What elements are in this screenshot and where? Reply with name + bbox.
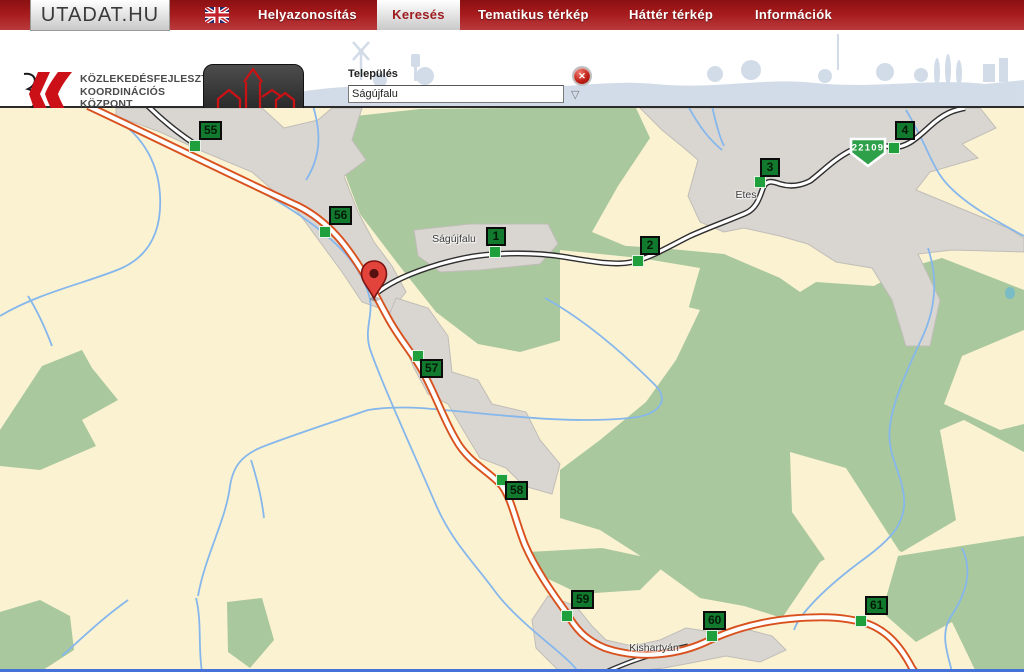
road-ref-shield[interactable]: 22109 xyxy=(849,137,887,168)
tab-hatter-terkep[interactable]: Háttér térkép xyxy=(629,0,713,30)
marker-node-55 xyxy=(189,140,201,152)
uk-flag-icon[interactable] xyxy=(205,7,229,23)
marker-57[interactable]: 57 xyxy=(420,359,443,378)
search-field-label: Település xyxy=(348,68,398,80)
tab-kereses[interactable]: Keresés xyxy=(377,0,460,30)
map-pin xyxy=(360,260,388,302)
marker-58[interactable]: 58 xyxy=(505,481,528,500)
marker-4[interactable]: 4 xyxy=(895,121,915,140)
header: KÖZLEKEDÉSFEJLESZTÉSI KOORDINÁCIÓS KÖZPO… xyxy=(0,30,1024,108)
tab-tematikus-terkep[interactable]: Tematikus térkép xyxy=(478,0,589,30)
marker-node-3 xyxy=(754,176,766,188)
tab-informaciok[interactable]: Információk xyxy=(755,0,832,30)
marker-node-61 xyxy=(855,615,867,627)
utadat-app: Helyazonosítás Keresés Tematikus térkép … xyxy=(0,0,1024,672)
pond xyxy=(1005,287,1015,299)
marker-2[interactable]: 2 xyxy=(640,236,660,255)
marker-node-60 xyxy=(706,630,718,642)
marker-node-4 xyxy=(888,142,900,154)
marker-node-1 xyxy=(489,246,501,258)
town-label-sagujfalu: Ságújfalu xyxy=(418,233,490,245)
marker-59[interactable]: 59 xyxy=(571,590,594,609)
map-viewport[interactable]: Ságújfalu Etes Kishartyán 55 56 57 58 59… xyxy=(0,108,1024,672)
settlement-search-input[interactable] xyxy=(348,85,564,103)
clear-search-icon[interactable]: ✕ xyxy=(574,68,590,84)
marker-61[interactable]: 61 xyxy=(865,596,888,615)
marker-node-59 xyxy=(561,610,573,622)
svg-text:22109: 22109 xyxy=(852,143,884,154)
town-label-etes: Etes xyxy=(724,189,768,201)
map-canvas xyxy=(0,108,1024,672)
marker-55[interactable]: 55 xyxy=(199,121,222,140)
tab-helyazonositas[interactable]: Helyazonosítás xyxy=(258,0,357,30)
marker-3[interactable]: 3 xyxy=(760,158,780,177)
town-label-kishartyan: Kishartyán xyxy=(612,642,696,654)
brand-logo-box[interactable]: UTADAT.HU xyxy=(30,0,170,31)
marker-node-2 xyxy=(632,255,644,267)
marker-node-56 xyxy=(319,226,331,238)
marker-1[interactable]: 1 xyxy=(486,227,506,246)
marker-60[interactable]: 60 xyxy=(703,611,726,630)
dropdown-arrow-icon[interactable]: ▽ xyxy=(571,88,579,101)
marker-56[interactable]: 56 xyxy=(329,206,352,225)
